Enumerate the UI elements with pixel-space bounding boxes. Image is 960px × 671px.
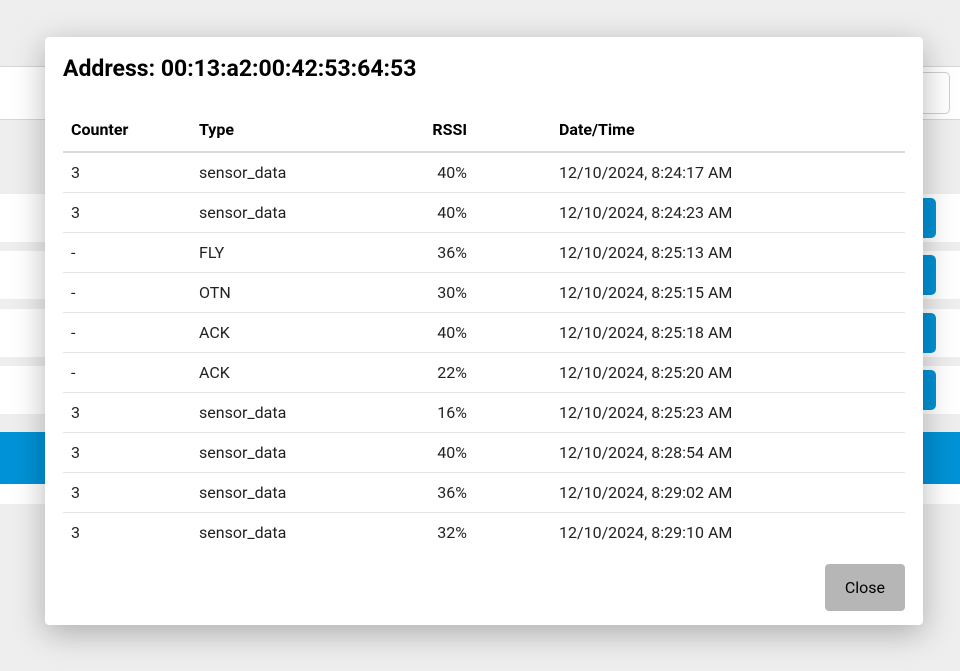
- cell-counter: -: [63, 313, 191, 353]
- table-row: - ACK 22% 12/10/2024, 8:25:20 AM: [63, 353, 905, 393]
- cell-datetime: 12/10/2024, 8:25:23 AM: [487, 393, 905, 433]
- close-button[interactable]: Close: [825, 564, 905, 611]
- cell-rssi: 40%: [387, 193, 487, 233]
- cell-datetime: 12/10/2024, 8:29:02 AM: [487, 473, 905, 513]
- cell-counter: -: [63, 353, 191, 393]
- column-header-type: Type: [191, 120, 387, 152]
- cell-type: sensor_data: [191, 393, 387, 433]
- cell-counter: 3: [63, 152, 191, 193]
- packets-table: Counter Type RSSI Date/Time 3 sensor_dat…: [63, 120, 905, 552]
- cell-rssi: 16%: [387, 393, 487, 433]
- cell-counter: 3: [63, 193, 191, 233]
- table-row: 3 sensor_data 40% 12/10/2024, 8:28:54 AM: [63, 433, 905, 473]
- cell-type: ACK: [191, 353, 387, 393]
- column-header-datetime: Date/Time: [487, 120, 905, 152]
- table-row: - FLY 36% 12/10/2024, 8:25:13 AM: [63, 233, 905, 273]
- cell-datetime: 12/10/2024, 8:25:15 AM: [487, 273, 905, 313]
- cell-datetime: 12/10/2024, 8:25:13 AM: [487, 233, 905, 273]
- cell-type: sensor_data: [191, 433, 387, 473]
- cell-counter: -: [63, 273, 191, 313]
- cell-type: ACK: [191, 313, 387, 353]
- column-header-counter: Counter: [63, 120, 191, 152]
- cell-counter: 3: [63, 473, 191, 513]
- table-row: - OTN 30% 12/10/2024, 8:25:15 AM: [63, 273, 905, 313]
- modal-title-label: Address:: [63, 55, 161, 82]
- address-details-modal: Address: 00:13:a2:00:42:53:64:53 Counter…: [45, 37, 923, 625]
- cell-rssi: 40%: [387, 313, 487, 353]
- cell-type: sensor_data: [191, 152, 387, 193]
- table-row: 3 sensor_data 16% 12/10/2024, 8:25:23 AM: [63, 393, 905, 433]
- cell-type: OTN: [191, 273, 387, 313]
- cell-datetime: 12/10/2024, 8:24:17 AM: [487, 152, 905, 193]
- table-row: - ACK 40% 12/10/2024, 8:25:18 AM: [63, 313, 905, 353]
- cell-datetime: 12/10/2024, 8:25:18 AM: [487, 313, 905, 353]
- cell-rssi: 32%: [387, 513, 487, 553]
- cell-rssi: 36%: [387, 473, 487, 513]
- cell-type: sensor_data: [191, 473, 387, 513]
- table-row: 3 sensor_data 32% 12/10/2024, 8:29:10 AM: [63, 513, 905, 553]
- cell-datetime: 12/10/2024, 8:24:23 AM: [487, 193, 905, 233]
- cell-rssi: 40%: [387, 152, 487, 193]
- cell-type: sensor_data: [191, 513, 387, 553]
- modal-footer: Close: [63, 564, 905, 611]
- modal-address-value: 00:13:a2:00:42:53:64:53: [161, 55, 417, 82]
- cell-datetime: 12/10/2024, 8:28:54 AM: [487, 433, 905, 473]
- cell-counter: 3: [63, 433, 191, 473]
- cell-datetime: 12/10/2024, 8:29:10 AM: [487, 513, 905, 553]
- cell-type: FLY: [191, 233, 387, 273]
- modal-title: Address: 00:13:a2:00:42:53:64:53: [63, 55, 905, 82]
- cell-rssi: 22%: [387, 353, 487, 393]
- table-row: 3 sensor_data 36% 12/10/2024, 8:29:02 AM: [63, 473, 905, 513]
- table-row: 3 sensor_data 40% 12/10/2024, 8:24:17 AM: [63, 152, 905, 193]
- cell-rssi: 36%: [387, 233, 487, 273]
- cell-counter: 3: [63, 513, 191, 553]
- cell-counter: -: [63, 233, 191, 273]
- cell-type: sensor_data: [191, 193, 387, 233]
- cell-rssi: 40%: [387, 433, 487, 473]
- column-header-rssi: RSSI: [387, 120, 487, 152]
- table-header-row: Counter Type RSSI Date/Time: [63, 120, 905, 152]
- cell-rssi: 30%: [387, 273, 487, 313]
- cell-counter: 3: [63, 393, 191, 433]
- table-row: 3 sensor_data 40% 12/10/2024, 8:24:23 AM: [63, 193, 905, 233]
- cell-datetime: 12/10/2024, 8:25:20 AM: [487, 353, 905, 393]
